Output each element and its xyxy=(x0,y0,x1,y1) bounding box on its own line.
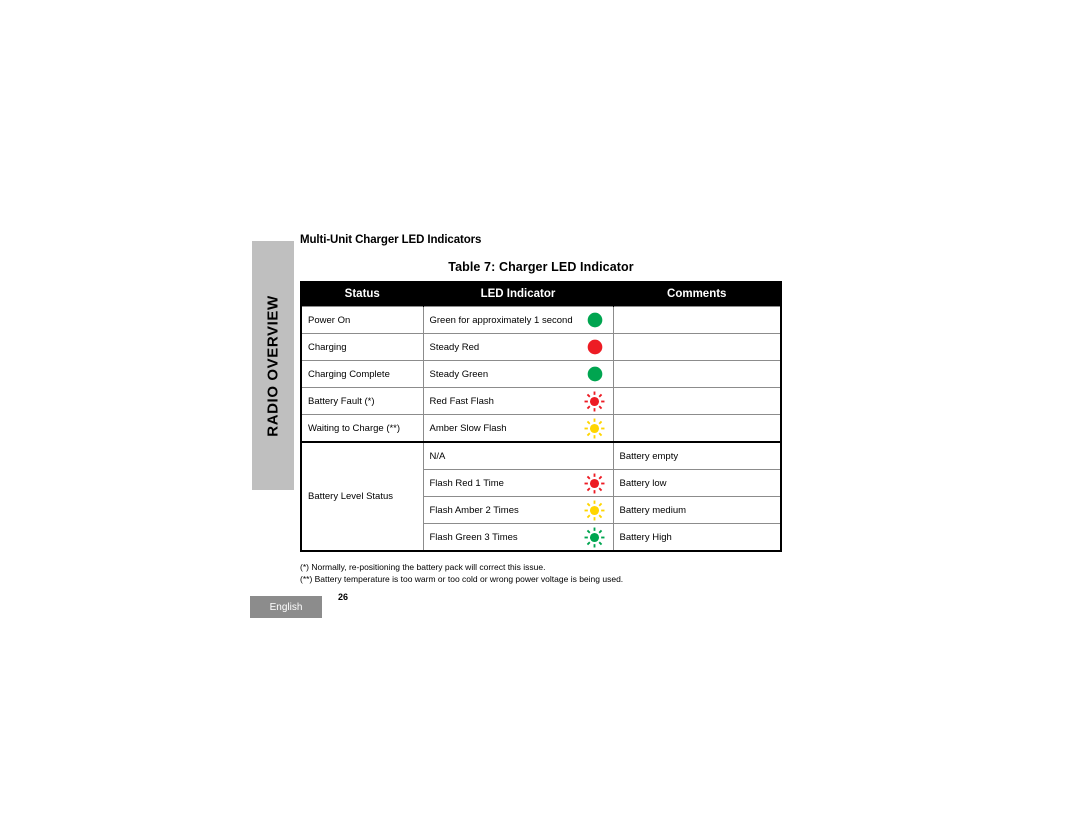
led-indicator-text: Steady Red xyxy=(429,341,480,353)
led-indicator-cell: Steady Green xyxy=(422,360,614,388)
led-indicator-cell: Amber Slow Flash xyxy=(422,414,614,443)
page-content: Multi-Unit Charger LED Indicators Table … xyxy=(300,234,782,586)
led-indicator-cell: Red Fast Flash xyxy=(422,387,614,415)
comments-cell: Battery High xyxy=(612,523,782,552)
footnote-single-asterisk: (*) Normally, re-positioning the battery… xyxy=(300,562,546,572)
status-cell: Charging Complete xyxy=(300,360,424,388)
section-heading: Multi-Unit Charger LED Indicators xyxy=(300,234,482,246)
comments-cell: Battery low xyxy=(612,469,782,497)
led-indicator-cell: Flash Green 3 Times xyxy=(422,523,614,552)
status-cell: Waiting to Charge (**) xyxy=(300,414,424,443)
page-number: 26 xyxy=(338,592,349,602)
comments-cell: Battery medium xyxy=(612,496,782,524)
led-indicator-text: Steady Green xyxy=(429,368,489,380)
status-cell-battery-level: Battery Level Status xyxy=(300,441,424,552)
led-flash-amber-icon xyxy=(584,499,606,521)
led-solid-green-icon xyxy=(584,309,606,331)
comments-cell: Battery empty xyxy=(612,441,782,470)
led-solid-green-icon xyxy=(584,363,606,385)
led-indicator-text: Flash Amber 2 Times xyxy=(429,504,519,516)
led-indicator-cell: Flash Amber 2 Times xyxy=(422,496,614,524)
led-flash-amber-icon xyxy=(584,417,606,439)
table-header-row: Status LED Indicator Comments xyxy=(301,282,781,307)
led-indicator-text: Flash Red 1 Time xyxy=(429,477,504,489)
led-indicator-text: Green for approximately 1 second xyxy=(429,314,573,326)
table-row: Waiting to Charge (**) Amber Slow Flash xyxy=(300,414,782,443)
led-indicator-text: N/A xyxy=(429,450,446,462)
footnotes: (*) Normally, re-positioning the battery… xyxy=(300,561,782,586)
status-cell: Charging xyxy=(300,333,424,361)
column-header-comments: Comments xyxy=(612,282,781,307)
comments-cell xyxy=(612,387,782,415)
table-row: Battery Fault (*) Red Fast Flash xyxy=(300,387,782,415)
comments-cell xyxy=(612,360,782,388)
section-side-tab: RADIO OVERVIEW xyxy=(252,241,294,490)
page-footer: English 26 xyxy=(250,592,348,618)
led-indicator-text: Flash Green 3 Times xyxy=(429,531,518,543)
status-cell: Power On xyxy=(300,306,424,334)
led-flash-green-icon xyxy=(584,526,606,548)
side-tab-label: RADIO OVERVIEW xyxy=(264,294,282,437)
table-body: Power On Green for approximately 1 second… xyxy=(300,306,782,552)
table-caption: Table 7: Charger LED Indicator xyxy=(448,260,634,274)
comments-cell xyxy=(612,414,782,443)
comments-cell xyxy=(612,333,782,361)
led-indicator-text: Amber Slow Flash xyxy=(429,422,507,434)
led-indicator-cell: Flash Red 1 Time xyxy=(422,469,614,497)
charger-led-indicator-table: Status LED Indicator Comments Power On Gr… xyxy=(300,281,782,552)
column-header-status: Status xyxy=(301,282,423,307)
language-badge: English xyxy=(250,596,322,618)
comments-cell xyxy=(612,306,782,334)
table-row: Charging Complete Steady Green xyxy=(300,360,782,388)
led-indicator-cell: Green for approximately 1 second xyxy=(422,306,614,334)
footnote-double-asterisk: (**) Battery temperature is too warm or … xyxy=(300,574,624,585)
led-flash-red-icon xyxy=(584,472,606,494)
led-indicator-text: Red Fast Flash xyxy=(429,395,494,407)
column-header-led-indicator: LED Indicator xyxy=(422,282,613,307)
led-indicator-cell: Steady Red xyxy=(422,333,614,361)
table-row: Battery Level Status N/A Battery empty xyxy=(300,441,782,552)
table-row: Charging Steady Red xyxy=(300,333,782,361)
led-flash-red-icon xyxy=(584,390,606,412)
status-cell: Battery Fault (*) xyxy=(300,387,424,415)
led-solid-red-icon xyxy=(584,336,606,358)
table-row: Power On Green for approximately 1 second xyxy=(300,306,782,334)
led-indicator-cell: N/A xyxy=(422,441,614,470)
